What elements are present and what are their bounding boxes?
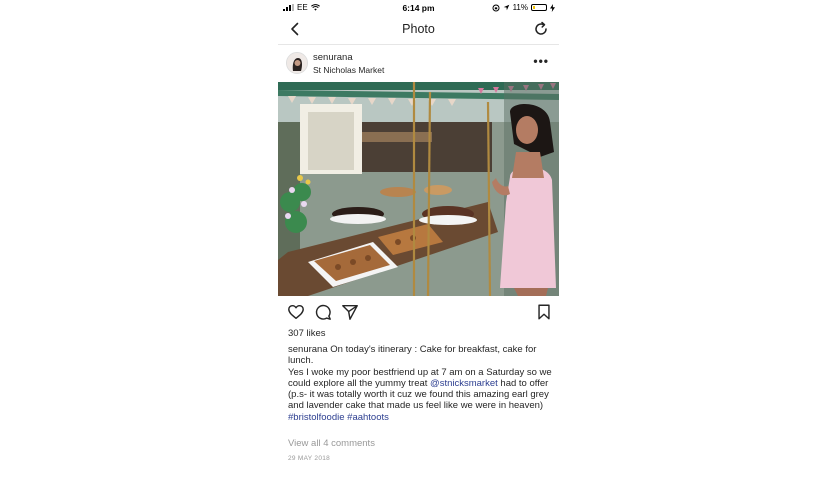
avatar-image <box>287 53 307 73</box>
battery-percent: 11% <box>512 3 528 12</box>
refresh-icon[interactable] <box>533 21 549 37</box>
more-options-icon[interactable]: ••• <box>533 54 549 68</box>
hashtag-link[interactable]: #aahtoots <box>347 412 389 423</box>
view-comments-link[interactable]: View all 4 comments <box>288 438 375 449</box>
caption-line-1: senurana On today's itinerary : Cake for… <box>288 344 553 367</box>
caption-line-2: Yes I woke my poor bestfriend up at 7 am… <box>288 367 553 412</box>
post-username[interactable]: senurana <box>313 52 353 63</box>
comment-icon[interactable] <box>314 303 332 321</box>
status-right: 11% <box>492 3 555 12</box>
market-photo <box>278 82 559 296</box>
location-arrow-icon <box>503 4 509 11</box>
charging-icon <box>550 3 555 12</box>
battery-icon <box>531 4 547 11</box>
post-date: 29 MAY 2018 <box>288 455 331 462</box>
mention-link[interactable]: @stnicksmarket <box>430 378 498 389</box>
likes-count[interactable]: 307 likes <box>288 328 326 339</box>
phone-screen: EE 6:14 pm 11% Photo senurana St Nichola… <box>278 0 559 500</box>
rotation-lock-icon <box>492 3 500 12</box>
bookmark-icon[interactable] <box>535 303 553 321</box>
avatar[interactable] <box>286 52 308 74</box>
nav-bar: Photo <box>278 16 559 45</box>
post-header: senurana St Nicholas Market ••• <box>278 46 559 82</box>
hashtag-link[interactable]: #bristolfoodie <box>288 412 345 423</box>
post-location[interactable]: St Nicholas Market <box>313 65 384 75</box>
heart-icon[interactable] <box>287 303 305 321</box>
caption-hashtags: #bristolfoodie #aahtoots <box>288 412 553 423</box>
page-title: Photo <box>402 22 435 36</box>
caption-username[interactable]: senurana <box>288 344 328 355</box>
post-photo[interactable] <box>278 82 559 296</box>
post-actions <box>278 301 559 325</box>
status-bar: EE 6:14 pm 11% <box>278 0 559 16</box>
paper-plane-icon[interactable] <box>341 303 359 321</box>
post-caption: senurana On today's itinerary : Cake for… <box>288 344 553 423</box>
